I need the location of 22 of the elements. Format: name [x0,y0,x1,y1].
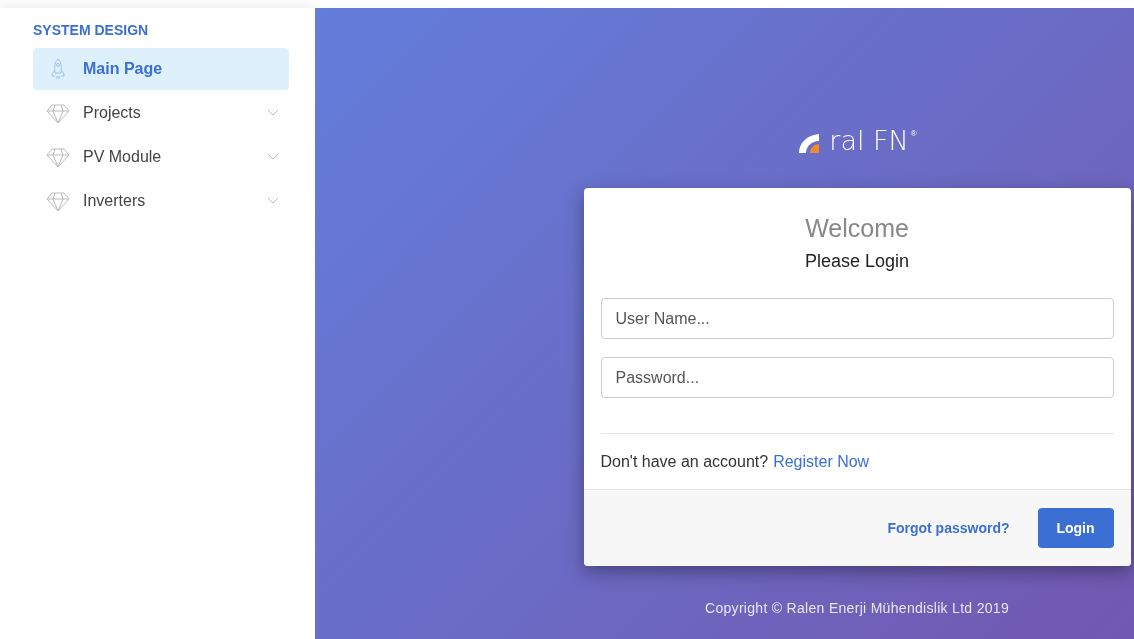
sidebar-item[interactable]: Main Page [33,48,289,90]
sidebar-item[interactable]: PV Module [33,136,289,178]
chevron-down-icon [267,109,279,117]
sidebar-item[interactable]: Inverters [33,180,289,222]
diamond-icon [46,190,70,212]
card-subtitle: Please Login [803,251,911,272]
diamond-icon [46,102,70,124]
copyright-text: Copyright © Ralen Enerji Mühendislik Ltd 2019 [705,600,1009,616]
sidebar-heading: SYSTEM DESIGN [33,22,150,38]
registered-mark: ® [910,129,917,138]
chevron-down-icon [267,153,279,161]
register-link[interactable]: Register Now [773,453,870,471]
password-field[interactable]: Password... [600,357,1114,398]
chevron-down-icon [267,197,279,205]
diamond-icon [46,146,70,168]
sidebar-item[interactable]: Projects [33,92,289,134]
logo-text: ral FN [829,125,909,157]
register-prompt: Don't have an account? [600,453,769,471]
username-field[interactable]: User Name... [600,298,1114,339]
forgot-password-link[interactable]: Forgot password? [887,520,1010,536]
login-button[interactable]: Login [1037,508,1114,548]
card-title: Welcome [804,214,910,243]
